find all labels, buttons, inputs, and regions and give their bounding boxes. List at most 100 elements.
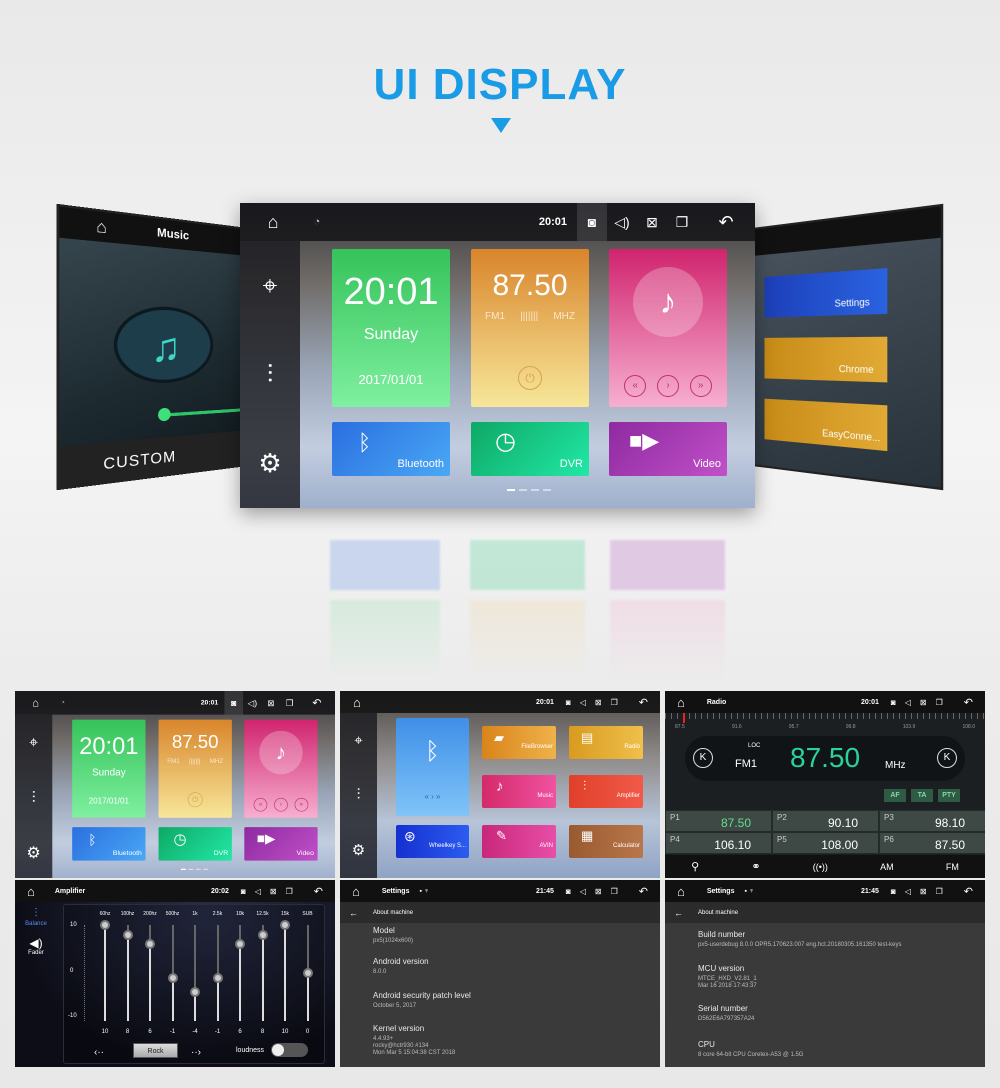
avin-app-tile[interactable]: ✎ AVIN (482, 825, 556, 858)
equalizer-icon[interactable]: ⫶ (357, 786, 361, 803)
info-item[interactable]: Android version 8.0.0 (373, 957, 429, 976)
location-pin-icon[interactable]: ⌖ (354, 732, 362, 749)
fm-button[interactable]: FM (946, 862, 959, 872)
loudness-toggle[interactable] (271, 1043, 308, 1057)
back-icon[interactable]: ↶ (308, 696, 327, 709)
info-item[interactable]: MCU version MTCE_HXD_V2.81_1 Mar 16 2018 … (698, 964, 757, 990)
video-tile[interactable]: ■▶ Video (609, 422, 727, 476)
gear-icon[interactable]: ⚙ (352, 841, 365, 859)
back-arrow-icon[interactable]: ← (349, 908, 358, 918)
home-icon[interactable]: ⌂ (27, 884, 35, 899)
clock-tile[interactable]: 20:01 Sunday 2017/01/01 (332, 249, 450, 407)
fader-tab[interactable]: ◀) Fader (21, 936, 51, 956)
back-icon[interactable]: ↶ (964, 696, 973, 709)
back-icon[interactable]: ↶ (639, 696, 648, 709)
radio-tile[interactable]: 87.50 FM1 ||||||| MHZ ⏻ (471, 249, 589, 407)
easyconnect-app-tile[interactable]: EasyConne... (764, 398, 888, 452)
tuner-needle[interactable] (683, 713, 685, 723)
power-icon[interactable]: ⏻ (518, 366, 542, 390)
eq-slider-knob[interactable] (302, 968, 313, 978)
info-item[interactable]: Model px5(1024x600) (373, 926, 413, 945)
balance-tab[interactable]: ⫶ Balance (21, 906, 51, 927)
prev-preset-icon[interactable]: ‹·· (94, 1047, 104, 1058)
music-tile[interactable]: ♪ « › » (244, 719, 318, 818)
equalizer-icon[interactable]: ⫶ (32, 788, 36, 808)
back-icon[interactable]: ↶ (639, 885, 648, 898)
eq-slider-knob[interactable] (280, 920, 290, 930)
home-icon[interactable]: ⌂ (353, 695, 361, 710)
eq-slider-knob[interactable] (122, 929, 133, 940)
camera-icon[interactable]: ◙ (224, 691, 244, 715)
seek-forward-icon[interactable]: K (937, 748, 957, 768)
info-item[interactable]: CPU 8 core 64-bit CPU Coretex-A53 @ 1.5G (698, 1040, 803, 1059)
power-icon[interactable]: ⏻ (187, 792, 203, 808)
windows-icon[interactable]: ❐ (280, 698, 299, 709)
close-box-icon[interactable]: ⊠ (262, 698, 281, 709)
radio-tile[interactable]: 87.50 FM1 ||||||| MHZ ⏻ (158, 719, 232, 818)
am-button[interactable]: AM (880, 862, 894, 872)
eq-slider-knob[interactable] (145, 939, 155, 950)
home-icon[interactable]: ⌂ (258, 212, 288, 233)
settings-app-tile[interactable]: Settings (764, 268, 888, 318)
preset-p5[interactable]: P5 108.00 (772, 832, 879, 854)
ta-button[interactable]: TA (911, 789, 933, 802)
calculator-app-tile[interactable]: ▦ Calculator (569, 825, 643, 858)
info-item[interactable]: Android security patch level October 5, 2… (373, 991, 471, 1010)
stereo-icon[interactable]: ⚭ (751, 860, 760, 873)
af-button[interactable]: AF (884, 789, 906, 802)
bluetooth-large-tile[interactable]: ᛒ « › » (396, 718, 469, 816)
video-tile[interactable]: ■▶ Video (244, 827, 318, 861)
close-box-icon[interactable]: ⊠ (637, 214, 667, 231)
camera-icon[interactable]: ◙ (577, 203, 607, 241)
next-icon[interactable]: » (294, 797, 309, 812)
gear-icon[interactable]: ⚙ (258, 448, 281, 479)
home-icon[interactable]: ⌂ (26, 696, 45, 709)
bluetooth-tile[interactable]: ᛒ Bluetooth (72, 827, 146, 861)
search-icon[interactable]: ⚲ (691, 860, 699, 873)
back-icon[interactable]: ↶ (314, 885, 323, 898)
home-icon[interactable]: ⌂ (677, 884, 685, 899)
next-preset-icon[interactable]: ··› (191, 1047, 201, 1058)
dvr-tile[interactable]: ◷ DVR (471, 422, 589, 476)
gear-icon[interactable]: ⚙ (26, 843, 40, 862)
next-icon[interactable]: » (689, 375, 712, 397)
seek-back-icon[interactable]: K (693, 748, 713, 768)
eq-slider-knob[interactable] (190, 987, 200, 998)
music-app-tile[interactable]: ♪ Music (482, 775, 556, 808)
previous-icon[interactable]: « (253, 797, 268, 812)
pty-button[interactable]: PTY (938, 789, 960, 802)
play-icon[interactable]: › (656, 375, 679, 397)
eq-slider-knob[interactable] (257, 929, 268, 940)
volume-icon[interactable]: ◁) (607, 214, 637, 231)
clock-tile[interactable]: 20:01 Sunday 2017/01/01 (72, 719, 146, 818)
info-item[interactable]: Kernel version 4.4.93+ rocky@hctr930 #134… (373, 1024, 455, 1057)
bluetooth-tile[interactable]: ᛒ Bluetooth (332, 422, 450, 476)
eq-slider-knob[interactable] (235, 939, 245, 950)
back-icon[interactable]: ↶ (964, 885, 973, 898)
filebrowser-tile[interactable]: ▰ FileBrowser (482, 726, 556, 759)
preset-p4[interactable]: P4 106.10 (665, 832, 772, 854)
windows-icon[interactable]: ❐ (667, 214, 697, 231)
preset-p2[interactable]: P2 90.10 (772, 810, 879, 832)
preset-p1[interactable]: P1 87.50 (665, 810, 772, 832)
preset-p3[interactable]: P3 98.10 (879, 810, 985, 832)
wheelkey-tile[interactable]: ⊛ Wheelkey S... (396, 825, 469, 858)
back-arrow-icon[interactable]: ← (674, 908, 683, 918)
preset-p6[interactable]: P6 87.50 (879, 832, 985, 854)
preset-button[interactable]: Rock (133, 1043, 178, 1058)
signal-icon[interactable]: ((•)) (813, 862, 828, 872)
play-icon[interactable]: › (274, 797, 288, 812)
tuner-scale[interactable] (665, 713, 985, 719)
home-icon[interactable]: ⌂ (96, 216, 107, 237)
location-pin-icon[interactable]: ⌖ (29, 732, 38, 752)
previous-icon[interactable]: « (624, 375, 647, 397)
equalizer-icon[interactable]: ⫶ (267, 359, 274, 391)
progress-slider[interactable] (158, 407, 171, 422)
eq-slider-knob[interactable] (100, 920, 110, 930)
info-item[interactable]: Build number px5-userdebug 8.0.0 OPR5.170… (698, 930, 901, 949)
location-pin-icon[interactable]: ⌖ (263, 270, 278, 302)
back-icon[interactable]: ↶ (711, 212, 741, 233)
radio-app-tile[interactable]: ▤ Radio (569, 726, 643, 759)
volume-icon[interactable]: ◁) (243, 698, 262, 709)
eq-slider-knob[interactable] (212, 972, 223, 983)
